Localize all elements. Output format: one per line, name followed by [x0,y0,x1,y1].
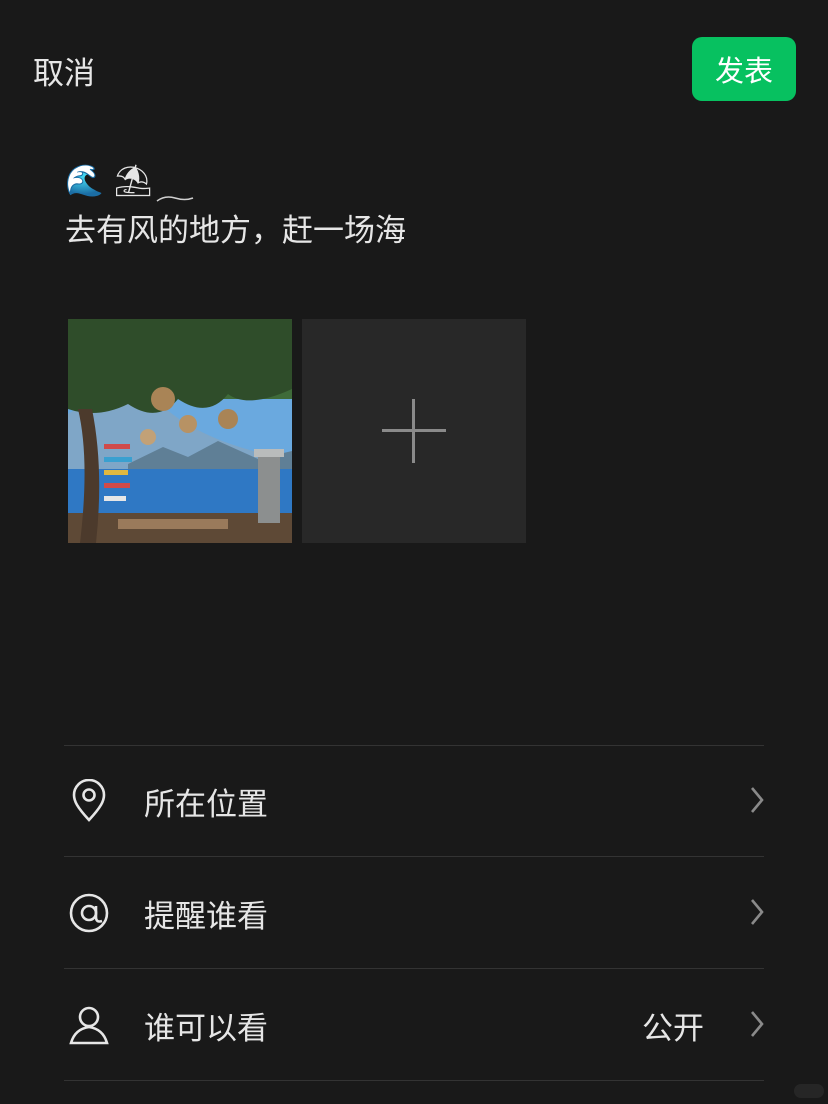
at-icon [64,888,114,938]
publish-button[interactable]: 发表 [692,37,796,101]
visibility-label: 谁可以看 [144,1010,268,1047]
cancel-button[interactable]: 取消 [33,48,95,93]
chevron-right-icon [750,898,764,930]
emoji-line: 🌊 ⛱ [65,160,765,206]
photo-thumbnail[interactable] [68,319,292,543]
seaside-photo [68,319,292,543]
mention-option[interactable]: 提醒谁看 [64,858,764,968]
visibility-option[interactable]: 谁可以看 公开 [64,970,764,1080]
person-icon [64,1000,114,1050]
chevron-right-icon [750,786,764,818]
wave-swirl-icon [156,196,194,202]
add-photo-button[interactable] [302,319,526,543]
divider [64,968,764,969]
location-pin-icon [64,776,114,826]
visibility-value: 公开 [642,1010,704,1047]
divider [64,856,764,857]
watermark [794,1084,824,1098]
divider [64,1080,764,1081]
location-option[interactable]: 所在位置 [64,746,764,856]
mention-label: 提醒谁看 [144,898,268,935]
emoji-prefix: 🌊 ⛱ [65,163,153,199]
location-label: 所在位置 [144,786,268,823]
post-text-area[interactable]: 🌊 ⛱ 去有风的地方，赶一场海 [65,160,765,256]
chevron-right-icon [750,1010,764,1042]
post-caption: 去有风的地方，赶一场海 [65,213,406,249]
